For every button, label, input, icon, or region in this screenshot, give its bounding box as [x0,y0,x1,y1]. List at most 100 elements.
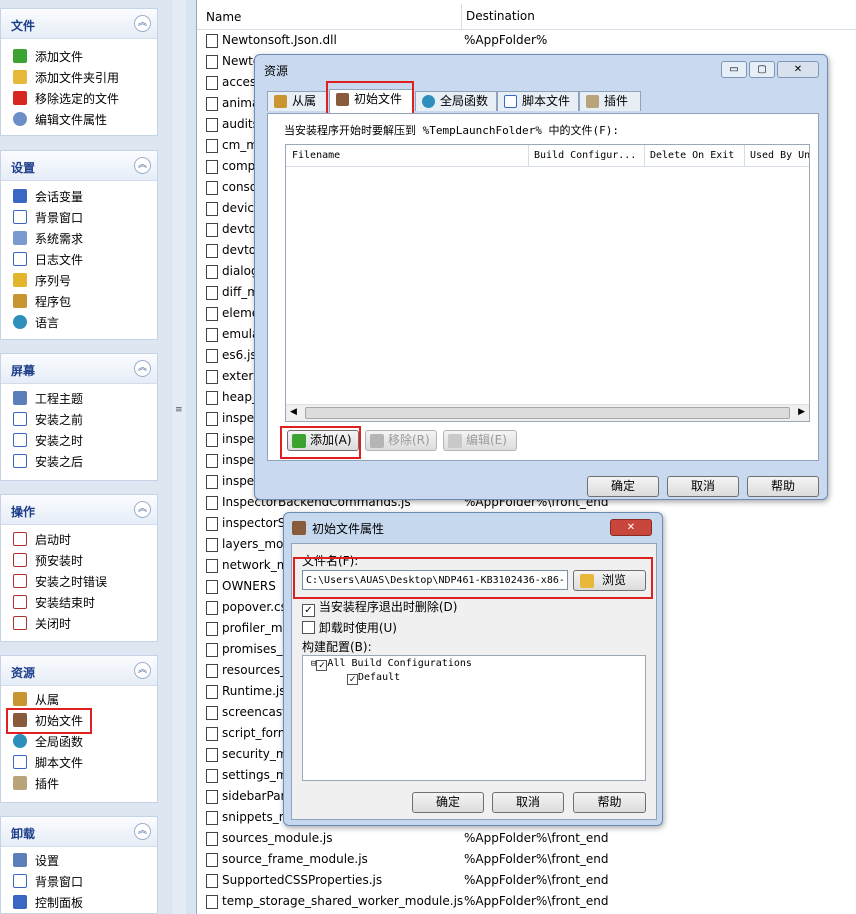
file-icon [206,328,218,342]
sidebar-item-edit-props[interactable]: 编辑文件属性 [13,110,107,130]
item-label: 背景窗口 [35,875,84,889]
item-label: 背景窗口 [35,211,84,225]
edit-button[interactable]: 编辑(E) [443,430,517,451]
group-header[interactable]: 资源 ︽ [1,656,157,686]
item-label: 安装结束时 [35,596,96,610]
sidebar-item-on-close[interactable]: 关闭时 [13,614,71,634]
folder-icon [13,70,27,84]
collapse-icon[interactable]: ︽ [134,157,151,174]
sidebar-item-after-install[interactable]: 安装之后 [13,452,83,472]
tab-global-functions[interactable]: 全局函数 [415,91,497,111]
sidebar-item-dependencies[interactable]: 从属 [13,690,59,710]
sidebar-item-sys-req[interactable]: 系统需求 [13,229,83,249]
file-icon [206,139,218,153]
sidebar-item-add-file[interactable]: 添加文件 [13,47,83,67]
action-icon [13,553,27,567]
sidebar-item-global-functions[interactable]: 全局函数 [13,732,83,752]
collapse-icon[interactable]: ︽ [134,662,151,679]
file-icon [206,748,218,762]
control-panel-icon [13,895,27,909]
table-row[interactable]: SupportedCSSProperties.js %AppFolder%\fro… [197,870,856,891]
close-button[interactable]: ✕ [777,61,819,78]
sidebar-item-script-files[interactable]: 脚本文件 [13,753,83,773]
collapse-icon[interactable]: ︽ [134,823,151,840]
help-button[interactable]: 帮助 [573,792,646,813]
ok-button[interactable]: 确定 [587,476,659,497]
sidebar-item-log-file[interactable]: 日志文件 [13,250,83,270]
sidebar-item-before-install[interactable]: 安装之前 [13,410,83,430]
remove-button[interactable]: 移除(R) [365,430,437,451]
table-row[interactable]: source_frame_module.js %AppFolder%\front_… [197,849,856,870]
table-row[interactable]: temp_storage_shared_worker_module.js %App… [197,891,856,912]
checkbox-unchecked-icon [302,621,315,634]
table-row[interactable]: Newtonsoft.Json.dll %AppFolder% [197,30,856,51]
checkbox-checked-icon[interactable]: ✓ [347,674,358,685]
sidebar-item-during-install[interactable]: 安装之时 [13,431,83,451]
sidebar-item-bg-window[interactable]: 背景窗口 [13,208,83,228]
column-delete-on-exit[interactable]: Delete On Exit [644,145,734,167]
sidebar-item-theme[interactable]: 工程主题 [13,389,83,409]
group-header[interactable]: 屏幕 ︽ [1,354,157,384]
group-header[interactable]: 设置 ︽ [1,151,157,181]
screen-icon [13,412,27,426]
sidebar-item-packages[interactable]: 程序包 [13,292,71,312]
column-filename[interactable]: Filename [292,150,340,161]
sidebar-item-install-error[interactable]: 安装之时错误 [13,572,107,592]
tab-panel: 当安装程序开始时要解压到 %TempLaunchFolder% 中的文件(F):… [267,113,819,461]
group-settings: 设置 ︽ 会话变量 背景窗口 系统需求 日志文件 序列号 程序包 语言 [0,150,158,340]
close-button[interactable]: ✕ [610,519,652,536]
sidebar-item-serial[interactable]: 序列号 [13,271,71,291]
ok-button[interactable]: 确定 [412,792,484,813]
help-button[interactable]: 帮助 [747,476,819,497]
delete-on-exit-checkbox[interactable]: ✓ 当安装程序退出时删除(D) [302,598,457,617]
use-on-uninstall-checkbox[interactable]: 卸载时使用(U) [302,619,397,636]
tree-node-all[interactable]: ⊟ ✓ All Build Configurations [311,658,472,671]
scroll-right-icon[interactable]: ▶ [798,407,805,417]
scroll-thumb[interactable] [305,407,790,419]
build-config-tree: ⊟ ✓ All Build Configurations ✓ Default [302,655,646,781]
group-header[interactable]: 操作 ︽ [1,495,157,525]
item-label: 安装之时错误 [35,575,108,589]
column-used-by-uninstall[interactable]: Used By Un [744,145,809,167]
delete-icon [370,434,384,448]
maximize-button[interactable]: ▢ [749,61,775,78]
splitter-grip-icon[interactable]: ≡ [175,405,183,415]
column-build-config[interactable]: Build Configur... [528,145,644,167]
sidebar-item-on-startup[interactable]: 启动时 [13,530,71,550]
collapse-icon[interactable]: ︽ [134,501,151,518]
sidebar-item-post-install[interactable]: 安装结束时 [13,593,95,613]
sidebar-item-pre-install[interactable]: 预安装时 [13,551,83,571]
column-destination[interactable]: Destination [461,4,535,29]
column-name[interactable]: Name [206,10,241,24]
horizontal-scrollbar[interactable]: ◀ ▶ [286,404,809,421]
item-label: 从属 [35,693,60,707]
table-row[interactable]: sources_module.js %AppFolder%\front_end [197,828,856,849]
tab-script-files[interactable]: 脚本文件 [497,91,579,111]
sidebar-item-uninstall-settings[interactable]: 设置 [13,851,59,871]
cancel-button[interactable]: 取消 [492,792,564,813]
group-header[interactable]: 文件 ︽ [1,9,157,39]
tree-node-default[interactable]: ✓ Default [347,672,400,685]
sidebar-item-session-vars[interactable]: 会话变量 [13,187,83,207]
sidebar-item-language[interactable]: 语言 [13,313,59,333]
scroll-left-icon[interactable]: ◀ [290,407,297,417]
sidebar-item-uninstall-bg[interactable]: 背景窗口 [13,872,83,892]
item-label: 系统需求 [35,232,84,246]
collapse-icon[interactable]: ︽ [134,15,151,32]
sidebar-item-plugins[interactable]: 插件 [13,774,59,794]
item-label: 序列号 [35,274,72,288]
sidebar-item-control-panel[interactable]: 控制面板 [13,893,83,913]
item-label: 工程主题 [35,392,84,406]
tab-dependencies[interactable]: 从属 [267,91,327,111]
sidebar-item-add-folder-ref[interactable]: 添加文件夹引用 [13,68,119,88]
collapse-icon[interactable]: ︽ [134,360,151,377]
plugin-icon [586,95,599,108]
group-header[interactable]: 卸载 ︽ [1,817,157,847]
file-icon [206,895,218,909]
checkbox-checked-icon[interactable]: ✓ [316,660,328,671]
sidebar-item-remove-files[interactable]: 移除选定的文件 [13,89,119,109]
tab-plugins[interactable]: 插件 [579,91,641,111]
splitter[interactable] [172,0,186,914]
minimize-button[interactable]: ▭ [721,61,747,78]
cancel-button[interactable]: 取消 [667,476,739,497]
